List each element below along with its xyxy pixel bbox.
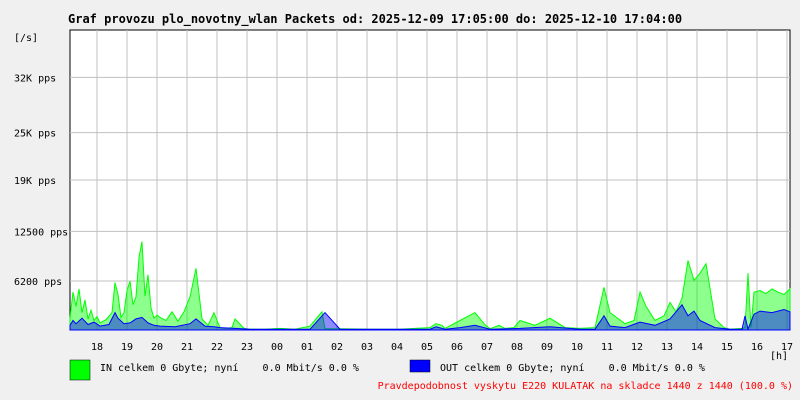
- x-tick-label: 05: [421, 342, 433, 353]
- x-tick-label: 19: [121, 342, 133, 353]
- promo-notice: Pravdepodobnost vyskytu E220 KULATAK na …: [378, 381, 793, 392]
- x-tick-label: 14: [691, 342, 703, 353]
- x-tick-label: 13: [661, 342, 673, 353]
- y-axis-label: [/s]: [14, 33, 38, 44]
- legend-in-swatch: [69, 359, 91, 381]
- x-tick-label: 11: [601, 342, 613, 353]
- y-tick-label: 32K pps: [14, 73, 56, 84]
- x-tick-label: 00: [271, 342, 283, 353]
- legend-out-swatch: [409, 359, 431, 373]
- page: Graf provozu plo_novotny_wlan Packets od…: [0, 0, 800, 400]
- y-tick-label: 12500 pps: [14, 227, 68, 238]
- x-tick-label: 12: [631, 342, 643, 353]
- x-tick-label: 20: [151, 342, 163, 353]
- x-tick-label: 23: [241, 342, 253, 353]
- x-tick-label: 08: [511, 342, 523, 353]
- chart-title: Graf provozu plo_novotny_wlan Packets od…: [68, 12, 682, 27]
- x-tick-label: 04: [391, 342, 403, 353]
- legend-out-label: OUT celkem 0 Gbyte; nyní 0.0 Mbit/s 0.0 …: [440, 362, 705, 374]
- y-ticks: 6200 pps 12500 pps 19K pps 25K pps 32K pps: [14, 73, 68, 288]
- traffic-chart: Graf provozu plo_novotny_wlan Packets od…: [14, 12, 793, 392]
- x-tick-label: 02: [331, 342, 343, 353]
- y-tick-label: 25K pps: [14, 129, 56, 140]
- x-tick-label: 01: [301, 342, 313, 353]
- x-tick-label: 09: [541, 342, 553, 353]
- x-tick-label: 10: [571, 342, 583, 353]
- x-axis-label: [h]: [770, 351, 788, 362]
- x-tick-label: 07: [481, 342, 493, 353]
- x-tick-label: 15: [721, 342, 733, 353]
- x-tick-label: 21: [181, 342, 193, 353]
- x-tick-label: 22: [211, 342, 223, 353]
- y-tick-label: 19K pps: [14, 176, 56, 187]
- legend-in-label: IN celkem 0 Gbyte; nyní 0.0 Mbit/s 0.0 %: [100, 362, 359, 374]
- x-tick-label: 16: [751, 342, 763, 353]
- x-tick-label: 06: [451, 342, 463, 353]
- y-tick-label: 6200 pps: [14, 277, 62, 288]
- x-ticks: 18 19 20 21 22 23 00 01 02 03 04 05 06 07 08 09 10 11 12 13…: [91, 342, 793, 353]
- x-tick-label: 18: [91, 342, 103, 353]
- x-tick-label: 03: [361, 342, 373, 353]
